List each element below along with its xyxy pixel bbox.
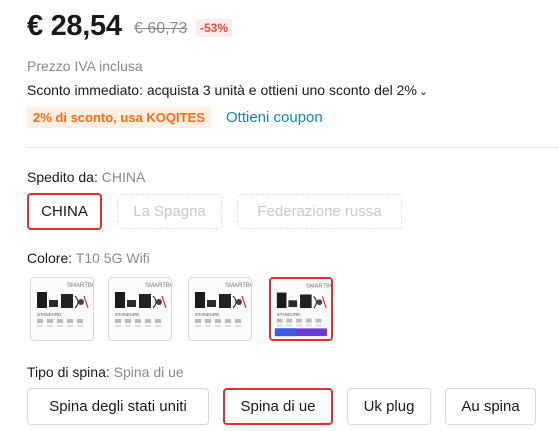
plug-option-uk[interactable]: Uk plug <box>347 388 431 425</box>
divider <box>27 147 559 148</box>
svg-text:STANDARD: STANDARD <box>195 312 220 317</box>
svg-text:STANDARD: STANDARD <box>277 312 301 317</box>
chevron-down-icon: ⌄ <box>418 86 429 98</box>
color-label-text: Colore: <box>27 250 76 266</box>
plug-option-us[interactable]: Spina degli stati uniti <box>27 388 209 425</box>
plug-option-au[interactable]: Au spina <box>445 388 536 425</box>
get-coupon-link[interactable]: Ottieni coupon <box>226 109 323 126</box>
ship-option-china[interactable]: CHINA <box>27 193 102 230</box>
plug-selected-value: Spina di ue <box>113 364 184 380</box>
color-thumb-4[interactable]: SMARTBOX STANDARD <box>269 277 333 341</box>
svg-text:SMARTBOX: SMARTBOX <box>67 283 93 289</box>
color-selected-value: T10 5G Wifi <box>75 250 150 266</box>
discount-badge: -53% <box>196 19 233 37</box>
ship-option-spain[interactable]: La Spagna <box>117 194 222 229</box>
coupon-code-tag: 2% di sconto, usa KOQITES <box>27 107 211 128</box>
plug-label-text: Tipo di spina: <box>27 364 114 380</box>
color-thumb-3[interactable]: SMARTBOX STANDARD <box>188 277 252 341</box>
svg-text:SMARTBOX: SMARTBOX <box>225 283 251 289</box>
product-image: SMARTBOX STANDARD <box>189 278 251 340</box>
shipping-label: Spedito da: CHINA <box>27 169 145 185</box>
svg-text:SMARTBOX: SMARTBOX <box>306 284 331 290</box>
shipping-label-text: Spedito da: <box>27 169 102 185</box>
instant-discount-text: Sconto immediato: acquista 3 unità e ott… <box>27 82 417 98</box>
product-image: SMARTBOX STANDARD <box>271 279 331 339</box>
color-thumb-1[interactable]: SMARTBOX STANDARD <box>30 277 94 341</box>
svg-text:STANDARD: STANDARD <box>37 312 62 317</box>
product-image: SMARTBOX STANDARD <box>109 278 171 340</box>
current-price: € 28,54 <box>27 10 122 42</box>
original-price: € 60,73 <box>134 20 188 37</box>
svg-text:SMARTBOX: SMARTBOX <box>145 283 171 289</box>
svg-text:STANDARD: STANDARD <box>115 312 140 317</box>
color-thumb-2[interactable]: SMARTBOX STANDARD <box>108 277 172 341</box>
plug-option-eu[interactable]: Spina di ue <box>223 388 333 425</box>
ship-option-russia[interactable]: Federazione russa <box>237 194 402 229</box>
color-label: Colore: T10 5G Wifi <box>27 250 150 266</box>
instant-discount[interactable]: Sconto immediato: acquista 3 unità e ott… <box>27 82 428 98</box>
shipping-selected-value: CHINA <box>101 169 146 185</box>
plug-label: Tipo di spina: Spina di ue <box>27 364 184 380</box>
product-image: SMARTBOX STANDARD <box>31 278 93 340</box>
vat-note: Prezzo IVA inclusa <box>27 58 143 74</box>
